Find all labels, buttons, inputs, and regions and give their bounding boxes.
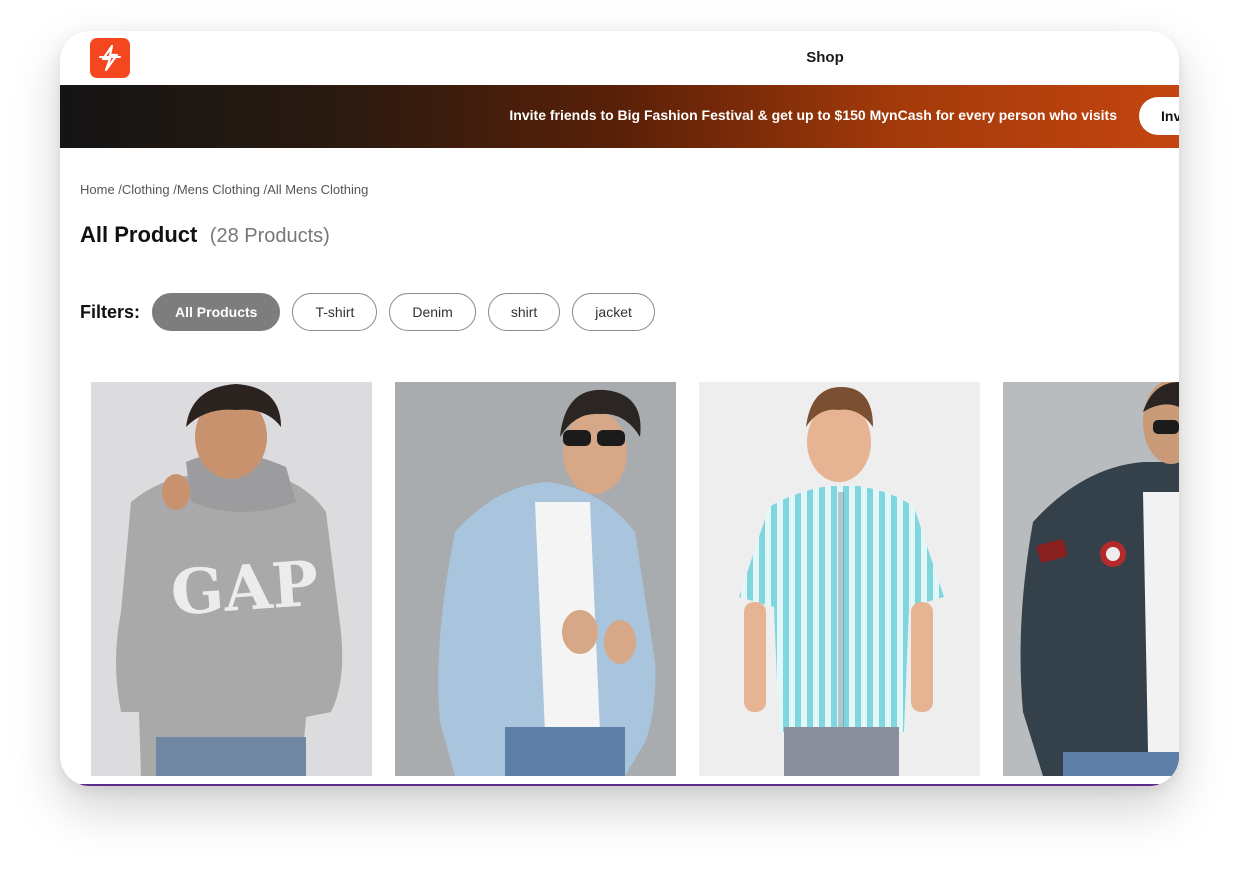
filter-chip-all-products[interactable]: All Products: [152, 293, 281, 331]
lightning-logo-icon[interactable]: [90, 38, 130, 78]
filter-chip-shirt[interactable]: shirt: [487, 293, 561, 331]
svg-text:GAP: GAP: [168, 547, 320, 630]
filter-chip-t-shirt[interactable]: T-shirt: [292, 293, 378, 331]
light-blue-denim-jacket-photo: [395, 382, 676, 776]
product-card[interactable]: [1003, 382, 1179, 776]
app-window: Shop Invite friends to Big Fashion Festi…: [60, 31, 1179, 786]
app-title: Shop: [806, 49, 844, 66]
product-count: (28 Products): [209, 225, 330, 247]
invite-button[interactable]: Inv: [1139, 97, 1179, 135]
product-card[interactable]: [699, 382, 980, 776]
filter-chip-jacket[interactable]: jacket: [572, 293, 655, 331]
divider: [60, 784, 1179, 786]
striped-aqua-shirt-photo: [699, 382, 980, 776]
product-card[interactable]: GAP: [91, 382, 372, 776]
filter-bar: Filters: All Products T-shirt Denim shir…: [80, 292, 667, 332]
grey-gap-hoodie-photo: GAP: [91, 382, 372, 776]
page-title: All Product: [80, 222, 198, 247]
filter-chip-denim[interactable]: Denim: [389, 293, 476, 331]
promo-banner: Invite friends to Big Fashion Festival &…: [60, 85, 1179, 148]
page-heading: All Product (28 Products): [80, 222, 330, 248]
product-card[interactable]: [395, 382, 676, 776]
dark-leather-jacket-photo: [1003, 382, 1179, 776]
promo-banner-text: Invite friends to Big Fashion Festival &…: [509, 107, 1117, 123]
screenshot-stage: Shop Invite friends to Big Fashion Festi…: [0, 0, 1239, 876]
app-bar: Shop: [60, 31, 1179, 86]
breadcrumb[interactable]: Home /Clothing /Mens Clothing /All Mens …: [80, 182, 368, 197]
filters-label: Filters:: [80, 301, 141, 322]
